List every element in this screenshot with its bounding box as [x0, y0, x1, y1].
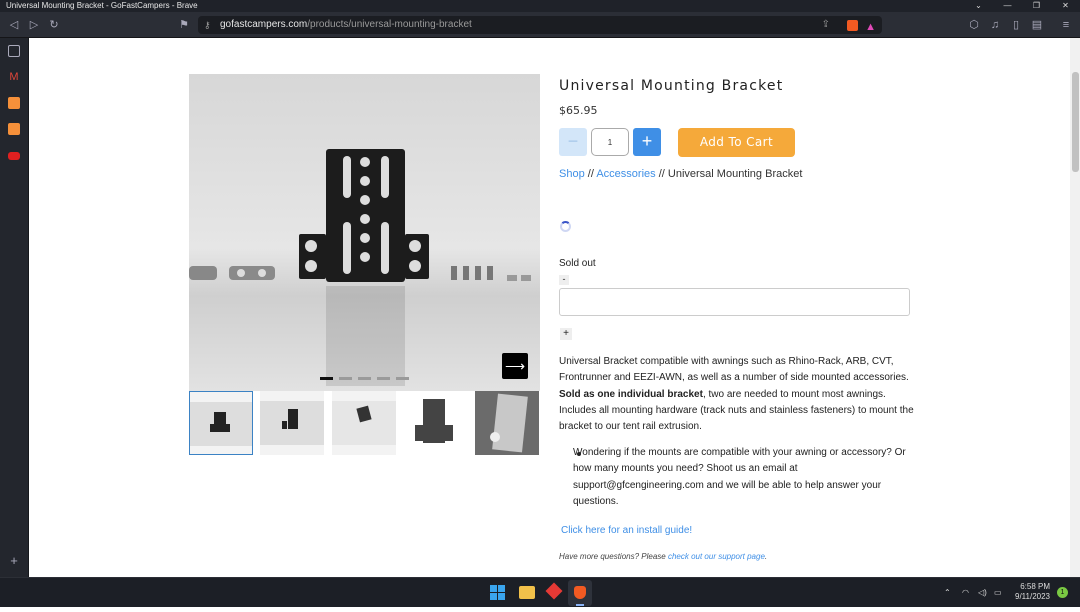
tray-chevron-icon[interactable]: ⌃ [944, 578, 951, 608]
app-icon[interactable] [8, 123, 20, 135]
thumbnail[interactable] [332, 391, 396, 455]
support-end: . [764, 552, 768, 561]
page-content: ⟶ Universal Mounting Bracket $65.95 − 1 … [29, 38, 1070, 577]
bracket-photo [189, 149, 531, 386]
slide-indicators [320, 377, 409, 380]
install-guide-link[interactable]: Click here for an install guide! [561, 525, 692, 536]
quantity-input[interactable]: 1 [591, 128, 629, 156]
extensions-icon[interactable]: ⬡ [964, 12, 984, 38]
breadcrumb-separator: // [658, 168, 665, 180]
start-icon[interactable] [490, 585, 505, 600]
browser-sidebar: M + [0, 38, 29, 577]
text-field[interactable] [559, 288, 910, 316]
expand-button[interactable]: + [560, 328, 572, 340]
breadcrumb-accessories[interactable]: Accessories [596, 168, 655, 180]
address-bar[interactable]: ⚷ gofastcampers.com/products/universal-m… [198, 16, 882, 34]
sidebar-panel-icon[interactable] [8, 45, 20, 57]
clock-date: 9/11/2023 [1015, 592, 1050, 601]
sold-out-label: Sold out [559, 258, 596, 269]
add-icon[interactable]: + [8, 554, 20, 567]
scrollbar-thumb[interactable] [1072, 72, 1079, 172]
slide-dot[interactable] [358, 377, 371, 380]
back-icon[interactable]: ◁ [4, 12, 24, 38]
slide-dot[interactable] [377, 377, 390, 380]
loading-spinner-icon [560, 221, 571, 232]
page-scrollbar[interactable] [1070, 38, 1080, 577]
description-text: Universal Bracket compatible with awning… [559, 356, 909, 384]
breadcrumb-separator: // [587, 168, 594, 180]
url-path: /products/universal-mounting-bracket [307, 19, 472, 30]
thumbnail[interactable] [403, 391, 467, 455]
file-explorer-icon[interactable] [519, 586, 535, 599]
site-info-icon[interactable]: ⚷ [204, 16, 211, 34]
forward-icon[interactable]: ▷ [24, 12, 44, 38]
clock-time: 6:58 PM [1020, 582, 1050, 591]
add-to-cart-button[interactable]: Add To Cart [678, 128, 795, 157]
breadcrumb: Shop // Accessories // Universal Mountin… [559, 168, 802, 180]
thumbnail[interactable] [475, 391, 539, 455]
thumbnail[interactable] [260, 391, 324, 455]
battery-icon[interactable]: ▭ [994, 578, 1002, 608]
app-icon[interactable] [8, 97, 20, 109]
restore-icon[interactable]: ❐ [1022, 0, 1051, 12]
support-text: Have more questions? Please [559, 552, 668, 561]
window-title: Universal Mounting Bracket - GoFastCampe… [6, 1, 198, 10]
close-icon[interactable]: ✕ [1051, 0, 1080, 12]
taskbar: ⌃ ◠ ◁) ▭ 6:58 PM 9/11/2023 1 [0, 577, 1080, 607]
clock[interactable]: 6:58 PM 9/11/2023 [1012, 582, 1050, 612]
wifi-icon[interactable]: ◠ [962, 578, 969, 608]
share-icon[interactable]: ⇪ [822, 16, 830, 34]
slide-dot[interactable] [396, 377, 409, 380]
gmail-icon[interactable]: M [8, 71, 20, 83]
bookmark-icon[interactable]: ⚑ [174, 12, 194, 38]
support-note: Have more questions? Please check out ou… [559, 552, 767, 561]
product-image[interactable]: ⟶ [189, 74, 540, 391]
product-title: Universal Mounting Bracket [559, 78, 784, 94]
quantity-increase-button[interactable]: + [633, 128, 661, 156]
brave-shields-icon[interactable] [847, 20, 858, 31]
window-controls: ⌄ — ❐ ✕ [964, 0, 1080, 12]
breadcrumb-current: Universal Mounting Bracket [667, 168, 803, 180]
slide-dot[interactable] [339, 377, 352, 380]
next-slide-button[interactable]: ⟶ [502, 353, 528, 379]
support-page-link[interactable]: check out our support page [668, 552, 765, 561]
music-icon[interactable]: ♫ [985, 12, 1005, 38]
sidebar-toggle-icon[interactable]: ▯ [1006, 12, 1026, 38]
url-host: gofastcampers.com [220, 19, 308, 30]
youtube-icon[interactable] [8, 152, 20, 160]
collapse-button[interactable]: - [559, 275, 569, 285]
wallet-icon[interactable]: ▤ [1027, 12, 1047, 38]
compatibility-note: Wondering if the mounts are compatible w… [573, 447, 906, 507]
thumbnail-strip [189, 391, 540, 455]
chevron-down-icon[interactable]: ⌄ [964, 0, 993, 12]
menu-icon[interactable]: ≡ [1056, 12, 1076, 38]
reload-icon[interactable]: ↻ [44, 12, 64, 38]
product-price: $65.95 [559, 104, 598, 117]
slide-dot[interactable] [320, 377, 333, 380]
breadcrumb-shop[interactable]: Shop [559, 168, 585, 180]
quantity-decrease-button[interactable]: − [559, 128, 587, 156]
rewards-icon[interactable]: ▲ [865, 18, 876, 36]
volume-icon[interactable]: ◁) [978, 578, 987, 608]
brave-icon [574, 586, 586, 599]
brave-taskbar-button[interactable] [568, 580, 592, 606]
product-description: Universal Bracket compatible with awning… [559, 354, 915, 435]
window-titlebar: Universal Mounting Bracket - GoFastCampe… [0, 0, 1080, 12]
thumbnail[interactable] [189, 391, 253, 455]
notification-badge[interactable]: 1 [1057, 587, 1068, 598]
description-bold: Sold as one individual bracket [559, 388, 703, 400]
app-icon[interactable] [545, 582, 563, 600]
minimize-icon[interactable]: — [993, 0, 1022, 12]
